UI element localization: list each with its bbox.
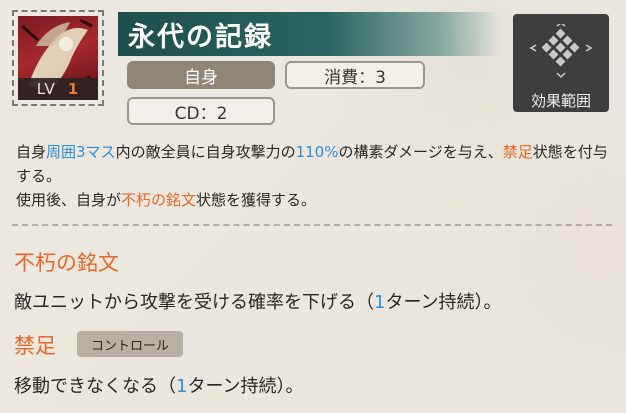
skill-detail-panel: LV 1 永代の記録 自身 消費：3 CD：2 効果範囲 自身周囲3マス内の敵全… [0,0,626,413]
description-line-1: 自身周囲3マス内の敵全員に自身攻撃力の110%の構素ダメージを与え、禁足状態を付… [16,140,616,188]
skill-icon-frame[interactable]: LV 1 [12,10,104,106]
description-line-2: 使用後、自身が不朽の銘文状態を獲得する。 [16,188,616,212]
desc-text: の構素ダメージを与え、 [338,143,503,161]
desc-text: 使用後、自身が [16,191,122,209]
status-duration-number: 1 [374,292,386,313]
area-of-effect-label: 効果範囲 [530,92,591,110]
status-desc-bind: 移動できなくなる（1ターン持続）。 [14,372,304,398]
diamond-grid-icon [529,24,593,79]
desc-percent-highlight: 110% [295,143,339,161]
cost-tag: 消費：3 [285,61,425,89]
desc-text: 状態を獲得する。 [196,191,317,209]
status-desc-text: 敵ユニットから攻撃を受ける確率を下げる（ [14,292,374,313]
desc-text: 自身 [16,143,47,161]
skill-title: 永代の記録 [128,21,273,53]
level-value: 1 [67,80,80,98]
level-label: LV [36,80,56,98]
cooldown-tag: CD：2 [127,97,275,125]
status-desc-text: 移動できなくなる（ [14,376,176,397]
status-desc-text: ターン持続）。 [187,376,304,397]
title-bar: 永代の記録 [118,12,500,56]
desc-range-highlight: 周囲3マス [46,143,116,161]
status-title-bind: 禁足 [14,334,56,358]
desc-status-highlight: 不朽の銘文 [121,191,197,209]
status-title-immortal-inscription: 不朽の銘文 [14,251,119,275]
level-bar: LV 1 [18,78,98,100]
section-divider [12,224,612,226]
status-desc-text: ターン持続）。 [385,292,502,313]
control-type-tag: コントロール [77,331,183,357]
skill-description: 自身周囲3マス内の敵全員に自身攻撃力の110%の構素ダメージを与え、禁足状態を付… [16,140,616,212]
desc-text: 内の敵全員に自身攻撃力の [115,143,296,161]
desc-status-highlight: 禁足 [502,143,533,161]
status-duration-number: 1 [176,376,188,397]
target-tag: 自身 [127,61,275,89]
status-desc-immortal-inscription: 敵ユニットから攻撃を受ける確率を下げる（1ターン持続）。 [14,288,502,314]
area-of-effect-button[interactable]: 効果範囲 [513,14,609,112]
